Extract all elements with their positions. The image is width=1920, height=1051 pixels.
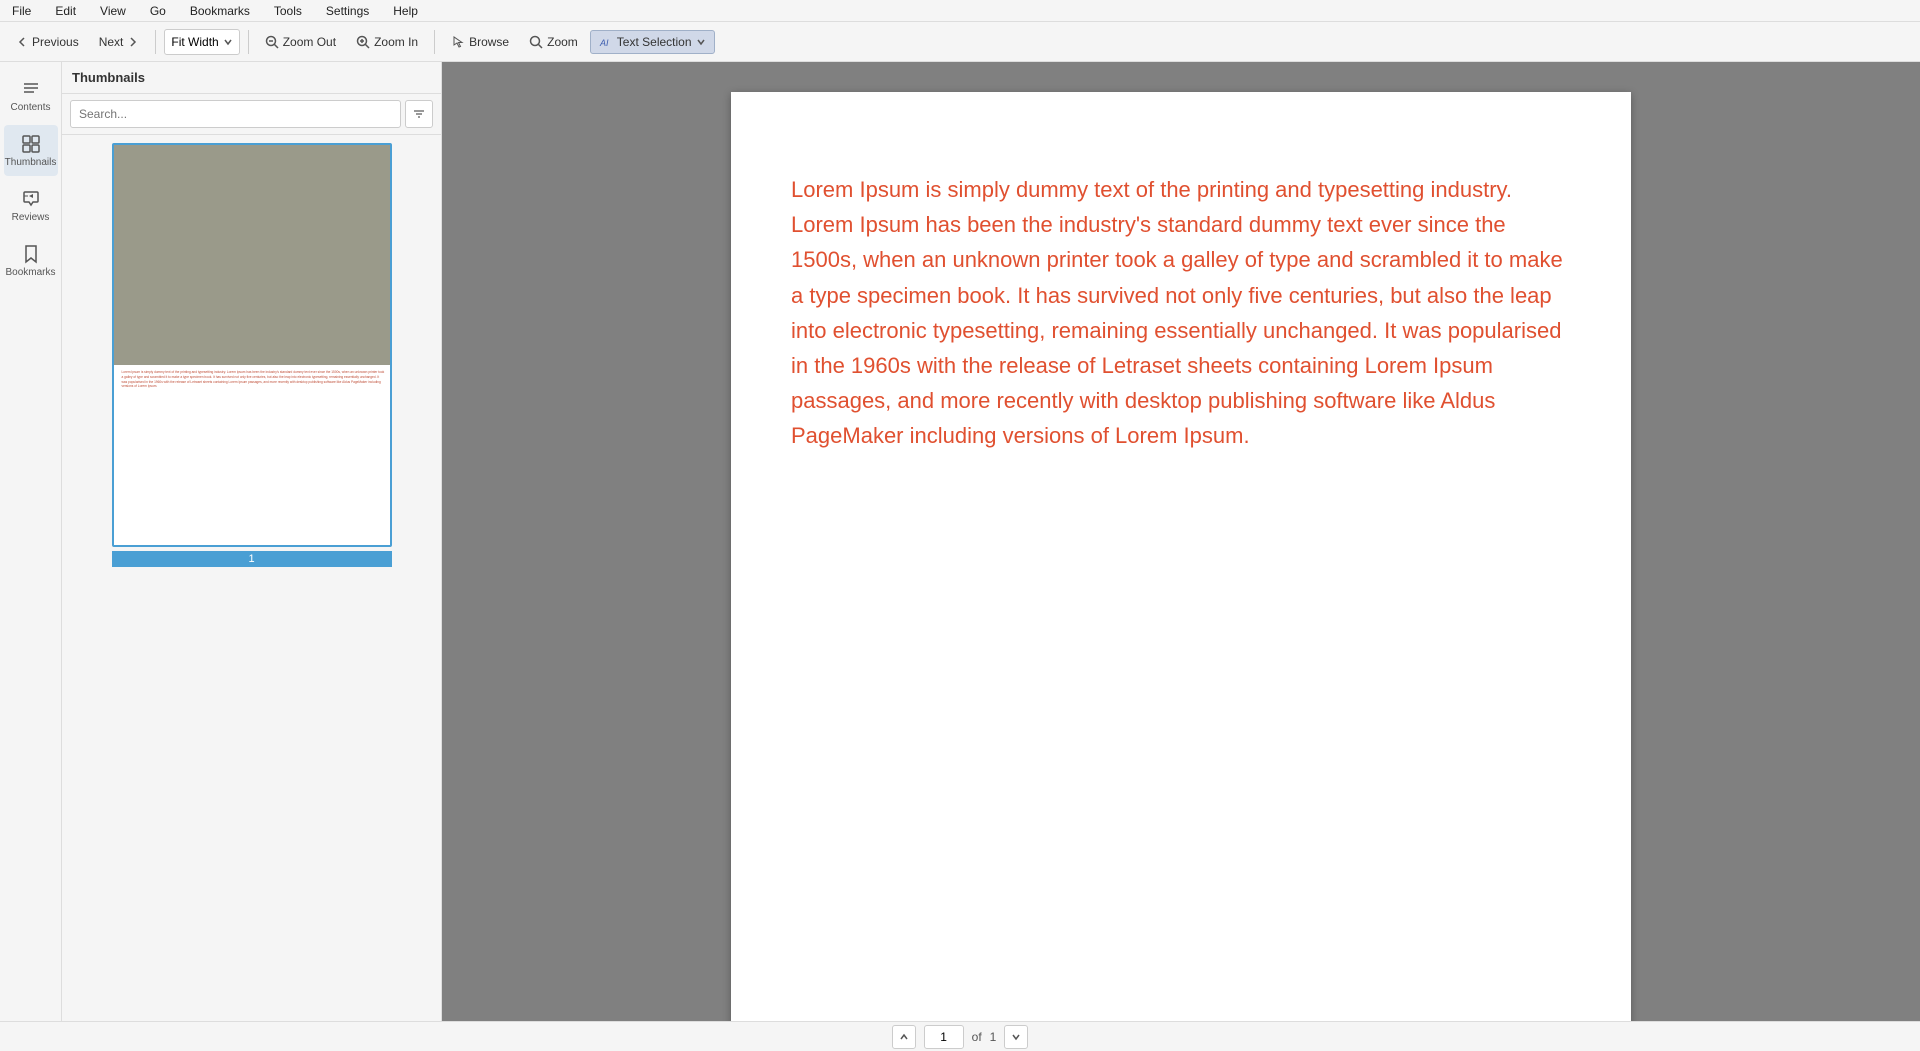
icon-panel: Contents Thumbnails Reviews Bookmarks [0, 62, 62, 1051]
menu-bookmarks[interactable]: Bookmarks [186, 2, 254, 20]
bookmarks-icon [20, 243, 42, 265]
chevron-left-icon [16, 36, 28, 48]
thumbnails-search-row [62, 94, 441, 135]
zoom-out-button[interactable]: Zoom Out [257, 31, 344, 53]
text-selection-button[interactable]: AI Text Selection [590, 30, 715, 54]
toolbar: Previous Next Fit Width Zoom Out Zoom In… [0, 22, 1920, 62]
reviews-icon [20, 188, 42, 210]
svg-text:AI: AI [599, 38, 609, 48]
thumbnail-wrapper: Lorem Ipsum is simply dummy text of the … [112, 143, 392, 547]
menu-edit[interactable]: Edit [51, 2, 80, 20]
thumbnail-text-preview: Lorem Ipsum is simply dummy text of the … [122, 370, 386, 389]
previous-button[interactable]: Previous [8, 31, 87, 53]
ai-text-icon: AI [599, 35, 613, 49]
thumbnails-panel-button[interactable]: Thumbnails [4, 125, 58, 176]
pdf-page: Lorem Ipsum is simply dummy text of the … [731, 92, 1631, 1051]
reviews-panel-button[interactable]: Reviews [4, 180, 58, 231]
search-input[interactable] [70, 100, 401, 128]
previous-label: Previous [32, 35, 79, 49]
toolbar-sep-2 [248, 30, 249, 54]
text-selection-label: Text Selection [617, 35, 692, 49]
browse-label: Browse [469, 35, 509, 49]
zoom-in-label: Zoom In [374, 35, 418, 49]
menu-help[interactable]: Help [389, 2, 422, 20]
pdf-content-text: Lorem Ipsum is simply dummy text of the … [791, 172, 1571, 454]
zoom-tool-button[interactable]: Zoom [521, 31, 586, 53]
zoom-out-icon [265, 35, 279, 49]
menu-go[interactable]: Go [146, 2, 170, 20]
thumbnails-icon [20, 133, 42, 155]
thumbnails-panel: Thumbnails Lorem Ipsum i [62, 62, 442, 1051]
next-label: Next [99, 35, 124, 49]
contents-icon [20, 78, 42, 100]
viewer-area[interactable]: Lorem Ipsum is simply dummy text of the … [442, 62, 1920, 1051]
bookmarks-panel-button[interactable]: Bookmarks [4, 235, 58, 286]
filter-button[interactable] [405, 100, 433, 128]
next-button[interactable]: Next [91, 31, 148, 53]
browse-button[interactable]: Browse [443, 31, 517, 53]
fit-width-label: Fit Width [171, 35, 218, 49]
main-layout: Contents Thumbnails Reviews Bookmarks [0, 62, 1920, 1051]
page-down-button[interactable] [1004, 1025, 1028, 1049]
thumbnails-list: Lorem Ipsum is simply dummy text of the … [62, 135, 441, 1051]
page-up-button[interactable] [892, 1025, 916, 1049]
thumbnail-item[interactable]: Lorem Ipsum is simply dummy text of the … [70, 143, 433, 567]
menu-tools[interactable]: Tools [270, 2, 306, 20]
thumbnail-bottom: Lorem Ipsum is simply dummy text of the … [114, 365, 392, 545]
total-pages: 1 [990, 1030, 997, 1044]
zoom-out-label: Zoom Out [283, 35, 336, 49]
toolbar-sep-3 [434, 30, 435, 54]
reviews-label: Reviews [12, 212, 50, 223]
thumbnails-title: Thumbnails [72, 70, 145, 85]
zoom-in-button[interactable]: Zoom In [348, 31, 426, 53]
page-number-input[interactable] [924, 1025, 964, 1049]
contents-panel-button[interactable]: Contents [4, 70, 58, 121]
bottom-nav: of 1 [0, 1021, 1920, 1051]
menu-view[interactable]: View [96, 2, 130, 20]
menu-file[interactable]: File [8, 2, 35, 20]
cursor-icon [451, 35, 465, 49]
thumbnail-image: Lorem Ipsum is simply dummy text of the … [114, 145, 392, 545]
thumbnails-header: Thumbnails [62, 62, 441, 94]
chevron-right-icon [127, 36, 139, 48]
menu-bar: File Edit View Go Bookmarks Tools Settin… [0, 0, 1920, 22]
toolbar-sep-1 [155, 30, 156, 54]
thumbnail-page-number: 1 [112, 551, 392, 567]
thumbnails-label: Thumbnails [5, 157, 57, 168]
chevron-up-icon [899, 1032, 909, 1042]
dropdown-arrow-icon [223, 37, 233, 47]
bookmarks-label: Bookmarks [6, 267, 56, 278]
text-selection-dropdown-icon [696, 37, 706, 47]
filter-icon [412, 107, 426, 121]
zoom-label: Zoom [547, 35, 578, 49]
zoom-tool-icon [529, 35, 543, 49]
contents-label: Contents [10, 102, 50, 113]
menu-settings[interactable]: Settings [322, 2, 373, 20]
thumbnail-top [114, 145, 392, 365]
of-label: of [972, 1030, 982, 1044]
fit-width-select[interactable]: Fit Width [164, 29, 239, 55]
chevron-down-icon [1011, 1032, 1021, 1042]
zoom-in-icon [356, 35, 370, 49]
